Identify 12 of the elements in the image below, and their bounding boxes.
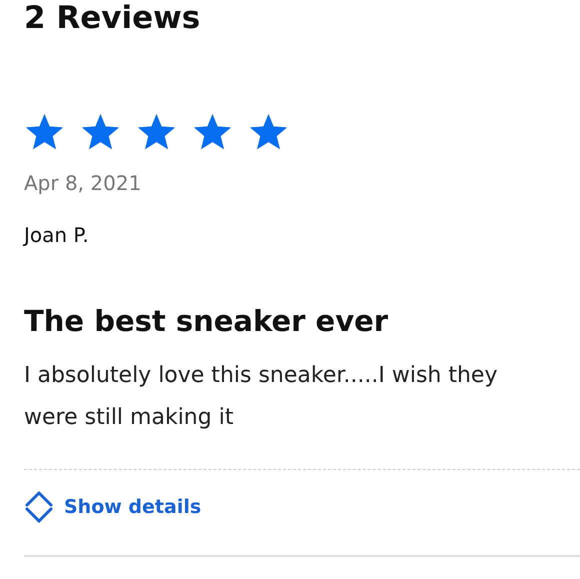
star-icon [24, 113, 65, 151]
star-icon [80, 113, 121, 151]
show-details-link[interactable]: Show details [24, 490, 202, 524]
reviews-heading: 2 Reviews [24, 0, 202, 38]
star-icon [192, 113, 233, 151]
diamond-icon [24, 490, 54, 524]
review-author: Joan P. [24, 222, 90, 249]
review-date: Apr 8, 2021 [24, 170, 142, 197]
review-title: The best sneaker ever [24, 303, 390, 340]
review-body: I absolutely love this sneaker.....I wish they were still making it [24, 362, 498, 432]
star-icon [136, 113, 177, 151]
star-icon [248, 113, 289, 151]
